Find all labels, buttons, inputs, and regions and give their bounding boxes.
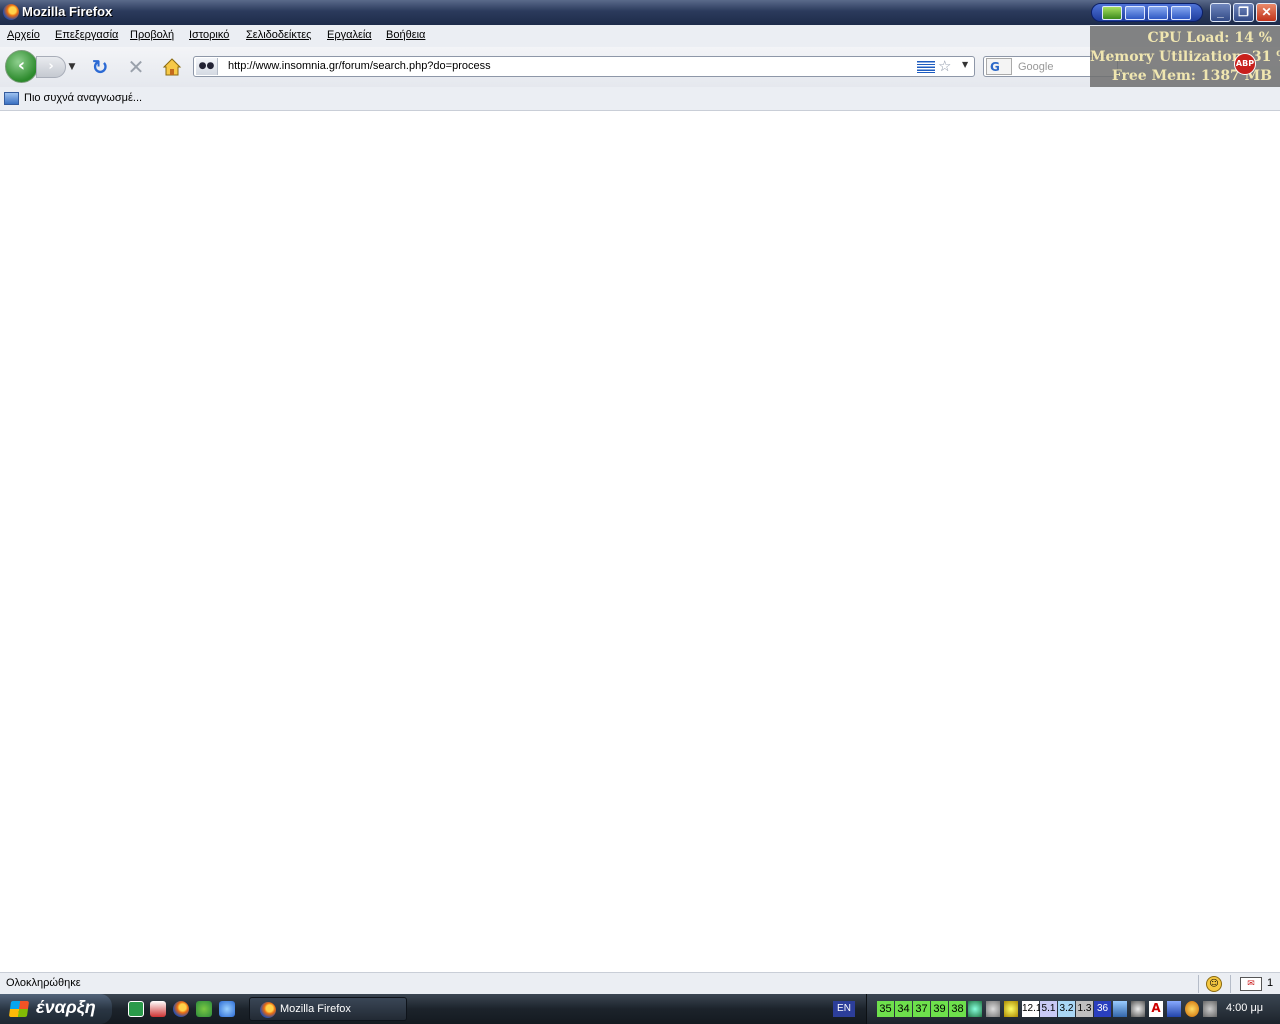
menu-bookmarks[interactable]: Σελιδοδείκτες [246, 29, 311, 41]
meter-readout[interactable]: 5.1 [1040, 1001, 1057, 1017]
meter-readout[interactable]: 1.3 [1076, 1001, 1093, 1017]
menu-history[interactable]: Ιστορικό [189, 29, 229, 41]
span-window-icon[interactable] [1171, 5, 1191, 20]
move-window-icon[interactable] [1148, 5, 1168, 20]
minimize-button[interactable]: _ [1210, 3, 1231, 22]
mail-count: 1 [1267, 977, 1274, 989]
windows-logo-icon [8, 1001, 30, 1017]
title-bar: Mozilla Firefox _ ❐ ✕ [0, 0, 1280, 25]
status-bar: Ολοκληρώθηκε ☺ ✉ 1 [0, 972, 1280, 994]
menu-help[interactable]: Βοήθεια [386, 29, 425, 41]
menu-file[interactable]: Αρχείο [7, 29, 40, 41]
start-label: έναρξη [36, 997, 96, 1017]
shield-tray-icon[interactable] [1004, 1001, 1018, 1017]
nvidia-icon[interactable] [1102, 5, 1122, 20]
home-button[interactable] [161, 56, 183, 78]
bluetooth-tray-icon[interactable] [1131, 1001, 1145, 1017]
temperature-readout[interactable]: 37 [913, 1001, 930, 1017]
quicklaunch-media-icon[interactable] [150, 1001, 166, 1017]
url-bar[interactable]: ●● http://www.insomnia.gr/forum/search.p… [193, 56, 975, 77]
monitor-tray-icon[interactable] [1113, 1001, 1127, 1017]
display-tray-icon[interactable] [1167, 1001, 1181, 1017]
site-identity-icon[interactable]: ●● [196, 58, 218, 75]
window-title: Mozilla Firefox [22, 4, 113, 19]
page-content[interactable] [0, 111, 1280, 972]
navigation-toolbar: ‹ › ▼ ↻ ✕ ●● http://www.insomnia.gr/foru… [0, 47, 1280, 87]
close-button[interactable]: ✕ [1256, 3, 1277, 22]
firefox-icon[interactable] [3, 4, 19, 20]
meter-readout[interactable]: 12.1 [1022, 1001, 1041, 1017]
clock[interactable]: 4:00 μμ [1226, 1002, 1263, 1014]
status-text: Ολοκληρώθηκε [6, 977, 81, 989]
user-tray-icon[interactable] [986, 1001, 1000, 1017]
url-input[interactable]: http://www.insomnia.gr/forum/search.php?… [228, 60, 491, 72]
start-button[interactable]: έναρξη [0, 994, 112, 1024]
adblock-icon[interactable]: ABP [1234, 53, 1256, 75]
quicklaunch-messenger-icon[interactable] [196, 1001, 212, 1017]
smiley-extension-icon[interactable]: ☺ [1206, 976, 1222, 992]
quicklaunch-app-icon[interactable] [128, 1001, 144, 1017]
greek-flag-icon [917, 61, 935, 73]
menu-view[interactable]: Προβολή [130, 29, 174, 41]
reload-button[interactable]: ↻ [89, 56, 111, 78]
history-dropdown-icon[interactable]: ▼ [66, 58, 78, 76]
acrobat-tray-icon[interactable]: A [1149, 1001, 1163, 1017]
firefox-icon [260, 1002, 276, 1018]
status-divider [1230, 975, 1231, 993]
stop-button[interactable]: ✕ [125, 56, 147, 78]
mail-notifier-icon[interactable]: ✉ [1240, 977, 1262, 991]
search-engine-icon[interactable]: G [986, 58, 1012, 75]
temperature-readout[interactable]: 35 [877, 1001, 894, 1017]
bookmark-star-icon[interactable]: ☆ [938, 57, 951, 75]
url-dropdown-icon[interactable]: ▼ [962, 60, 968, 69]
menu-edit[interactable]: Επεξεργασία [55, 29, 118, 41]
forward-button[interactable]: › [36, 56, 66, 78]
quicklaunch-firefox-icon[interactable] [173, 1001, 189, 1017]
temperature-readout[interactable]: 38 [949, 1001, 966, 1017]
network-tray-icon[interactable] [968, 1001, 982, 1017]
restore-button[interactable]: ❐ [1233, 3, 1254, 22]
taskbar-button-firefox[interactable]: Mozilla Firefox [249, 997, 407, 1021]
cpu-load-readout: CPU Load: 14 % [1147, 30, 1273, 46]
pin-window-icon[interactable] [1125, 5, 1145, 20]
menu-bar: Αρχείο Επεξεργασία Προβολή Ιστορικό Σελι… [0, 25, 1280, 47]
back-button[interactable]: ‹ [5, 50, 38, 83]
home-icon [162, 58, 182, 76]
info-tray-icon[interactable] [1185, 1001, 1199, 1017]
temperature-readout[interactable]: 34 [895, 1001, 912, 1017]
status-divider [1198, 975, 1199, 993]
meter-readout[interactable]: 3.2 [1058, 1001, 1075, 1017]
menu-tools[interactable]: Εργαλεία [327, 29, 372, 41]
taskbar: έναρξη Mozilla Firefox EN 35 34 37 39 38… [0, 994, 1280, 1024]
temperature-readout[interactable]: 39 [931, 1001, 948, 1017]
bookmarks-toolbar: Πιο συχνά αναγνωσμέ... [0, 87, 1280, 111]
volume-tray-icon[interactable] [1203, 1001, 1217, 1017]
system-tray: 35 34 37 39 38 12.1 5.1 3.2 1.3 36 A [866, 994, 1280, 1024]
bookmark-most-visited[interactable]: Πιο συχνά αναγνωσμέ... [24, 92, 142, 104]
nvidia-toolbar [1091, 3, 1203, 22]
search-input[interactable]: Google [1018, 61, 1053, 73]
smart-bookmark-icon [4, 92, 19, 105]
quicklaunch-ie-icon[interactable] [219, 1001, 235, 1017]
language-indicator[interactable]: EN [833, 1001, 855, 1017]
meter-readout[interactable]: 36 [1094, 1001, 1111, 1017]
taskbar-button-label: Mozilla Firefox [280, 1003, 351, 1015]
